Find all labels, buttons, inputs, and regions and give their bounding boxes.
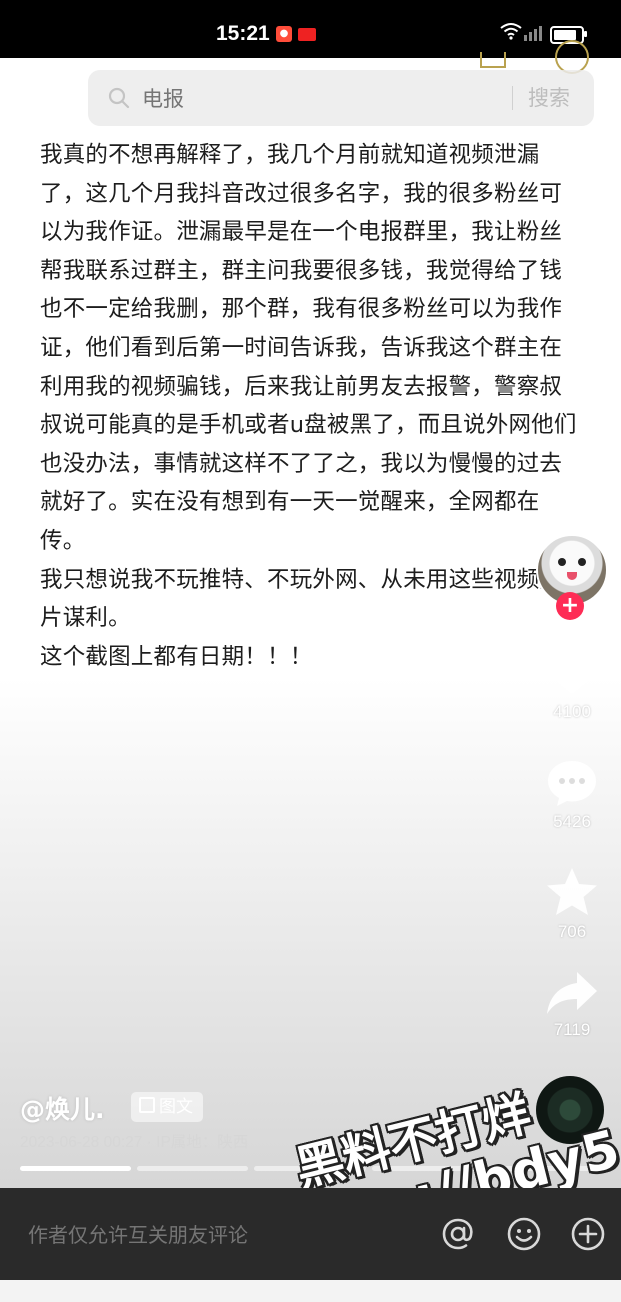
post-paragraph: 我真的不想再解释了，我几个月前就知道视频泄漏了，这几个月我抖音改过很多名字，我的…: [40, 142, 577, 554]
post-type-label: 图文: [159, 1097, 193, 1117]
comment-icon: [548, 761, 596, 806]
slide-indicator: [20, 1166, 132, 1171]
app-notification-icon: [298, 28, 316, 41]
comment-count: 5426: [553, 812, 591, 831]
avatar-mouth: [567, 572, 577, 580]
comment-bar: [0, 1188, 621, 1280]
search-icon: [108, 87, 130, 113]
search-bar[interactable]: 搜索: [88, 70, 594, 126]
author-name[interactable]: @焕儿.: [20, 1090, 105, 1126]
wifi-icon: [500, 22, 522, 45]
search-input[interactable]: [140, 82, 494, 116]
signal-icon: [523, 25, 543, 45]
follow-button[interactable]: +: [556, 592, 584, 620]
status-bar: 15:21 ●: [0, 0, 621, 58]
share-icon: [547, 972, 597, 1014]
like-button[interactable]: 4100: [540, 648, 604, 722]
image-text-icon: [139, 1097, 155, 1113]
like-count: 4100: [553, 702, 591, 721]
search-divider: [512, 86, 513, 110]
chevron-left-icon: [32, 82, 50, 114]
box-icon: [480, 52, 506, 68]
comment-button[interactable]: 5426: [540, 758, 604, 832]
favorite-button[interactable]: 706: [540, 866, 604, 942]
emoji-icon[interactable]: [506, 1216, 542, 1252]
star-icon: [547, 868, 597, 915]
battery-tip: [584, 31, 587, 37]
app-notification-icon: ●: [276, 26, 292, 42]
status-time: 15:21: [216, 22, 270, 45]
post-type-badge: 图文: [131, 1092, 203, 1122]
at-mention-icon[interactable]: [440, 1216, 476, 1252]
heart-icon: [547, 650, 597, 694]
slide-indicator: [137, 1166, 249, 1171]
post-paragraph: 这个截图上都有日期！！！: [40, 643, 313, 670]
avatar-eyes: [554, 558, 590, 568]
post-page: 搜索 我真的不想再解释了，我几个月前就知道视频泄漏了，这几个月我抖音改过很多名字…: [0, 40, 621, 1259]
search-button[interactable]: 搜索: [528, 82, 570, 112]
favorite-count: 706: [557, 922, 587, 941]
circle-icon: [555, 40, 589, 74]
comment-input[interactable]: [26, 1218, 430, 1252]
back-button[interactable]: [26, 80, 56, 116]
post-text: 我真的不想再解释了，我几个月前就知道视频泄漏了，这几个月我抖音改过很多名字，我的…: [40, 136, 580, 676]
add-icon[interactable]: [570, 1216, 606, 1252]
post-meta: 2023-06-28 00:27 · IP属地：陕西: [20, 1134, 249, 1151]
post-paragraph: 我只想说我不玩推特、不玩外网、从未用这些视频照片谋利。: [40, 566, 563, 632]
